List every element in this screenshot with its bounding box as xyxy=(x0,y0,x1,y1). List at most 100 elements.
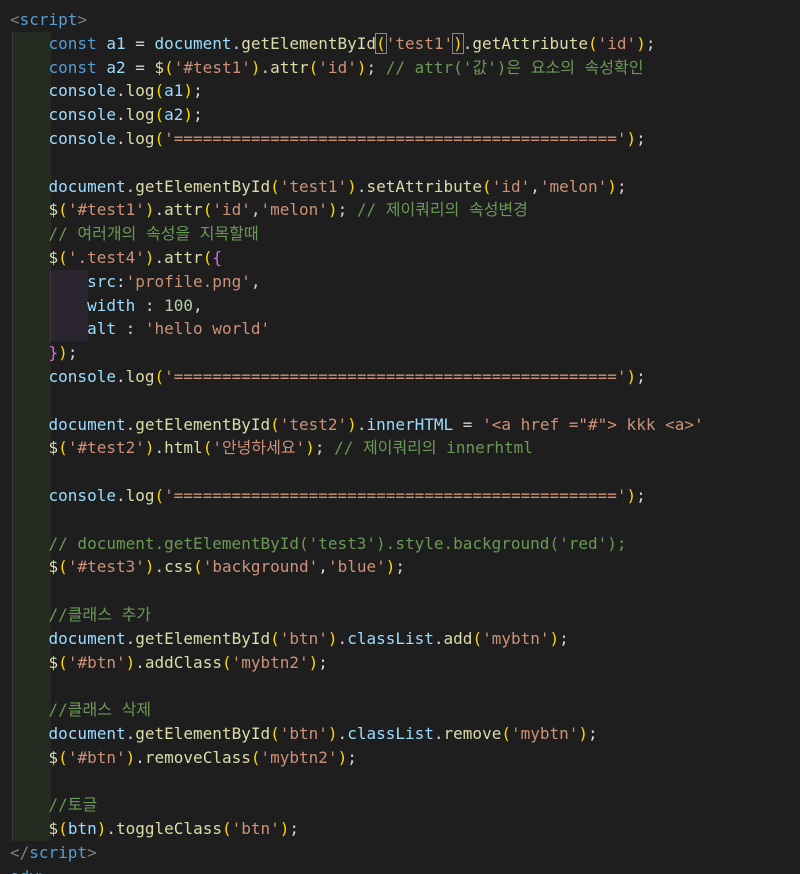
code-line[interactable]: // document.getElementById('test3').styl… xyxy=(0,531,800,556)
code-line[interactable]: $(btn).toggleClass('btn'); xyxy=(0,817,800,841)
code-token: ( xyxy=(58,747,68,767)
code-line[interactable]: <script> xyxy=(0,8,800,32)
code-token: . xyxy=(125,414,136,434)
code-line[interactable]: }); xyxy=(0,341,800,365)
code-token: add xyxy=(443,628,473,648)
code-token: ) xyxy=(549,628,560,648)
code-token: ) xyxy=(636,33,646,53)
code-token: btn xyxy=(67,819,97,839)
code-token: ( xyxy=(270,414,280,434)
code-token: ) xyxy=(327,628,338,648)
code-line[interactable]: console.log(a1); xyxy=(0,79,800,104)
code-token: ) xyxy=(626,367,637,386)
code-token: ( xyxy=(375,32,387,54)
code-token: ) xyxy=(347,414,357,434)
code-token: ( xyxy=(588,33,598,53)
code-token: ( xyxy=(308,57,319,77)
code-line[interactable]: //클래스 삭제 xyxy=(0,698,800,722)
code-token: 'hello world' xyxy=(144,319,271,339)
code-line[interactable]: $('#test2').html('안녕하세요'); // 제이쿼리의 inne… xyxy=(0,436,800,461)
code-line[interactable]: width : 100, xyxy=(0,293,800,318)
code-token: // attr('값')은 요소의 속성확인 xyxy=(385,57,644,77)
code-token: ) xyxy=(385,557,396,577)
code-token: </ xyxy=(10,843,30,862)
code-line[interactable] xyxy=(0,388,800,413)
code-token: removeClass xyxy=(144,747,251,767)
code-line[interactable]: alt : 'hello world' xyxy=(0,317,800,342)
code-token: 'mybtn2' xyxy=(231,652,309,672)
code-token: ( xyxy=(270,628,280,648)
code-token: 'melon' xyxy=(260,200,328,220)
code-token: ) xyxy=(125,747,136,767)
code-token: // document.getElementById('test3').styl… xyxy=(10,533,627,553)
code-line[interactable]: //토글 xyxy=(0,793,800,818)
code-line[interactable]: $('#btn').addClass('mybtn2'); xyxy=(0,650,800,675)
code-token: //클래스 삭제 xyxy=(10,700,152,720)
code-line[interactable]: document.getElementById('btn').classList… xyxy=(0,722,800,746)
code-token: ( xyxy=(202,248,213,267)
code-token: . xyxy=(337,724,348,743)
code-token: script xyxy=(19,10,78,29)
code-token: ) xyxy=(607,176,617,196)
code-token: getElementById xyxy=(241,33,377,53)
code-line[interactable] xyxy=(0,150,800,175)
code-token: ( xyxy=(58,652,68,672)
code-line[interactable]: document.getElementById('test1').setAttr… xyxy=(0,174,800,199)
code-token: '#test3' xyxy=(67,557,145,577)
indent-guide xyxy=(12,460,51,484)
code-token: . xyxy=(337,628,348,648)
code-line[interactable] xyxy=(0,460,800,484)
code-line[interactable] xyxy=(0,579,800,603)
code-token: '<a href ="#"> kkk <a>' xyxy=(482,414,704,434)
code-token: $ xyxy=(10,819,59,839)
code-token: 'mybtn' xyxy=(482,628,550,648)
code-token: console xyxy=(10,486,116,505)
code-line[interactable]: console.log(a2); xyxy=(0,103,800,127)
code-line[interactable] xyxy=(0,674,800,699)
code-token: console xyxy=(10,81,116,101)
code-token: src xyxy=(10,271,116,291)
code-token: addClass xyxy=(144,652,222,672)
code-line[interactable]: $('#test1').attr('id','melon'); // 제이쿼리의… xyxy=(0,198,800,223)
code-token: 'id' xyxy=(212,200,251,220)
code-line[interactable]: $('.test4').attr({ xyxy=(0,246,800,270)
code-line[interactable] xyxy=(0,507,800,532)
code-line[interactable]: const a1 = document.getElementById('test… xyxy=(0,31,800,56)
code-token: remove xyxy=(443,724,502,743)
code-token: ( xyxy=(164,57,174,77)
code-line[interactable]: $('#test3').css('background','blue'); xyxy=(0,555,800,580)
code-token: ( xyxy=(202,438,213,458)
code-token: . xyxy=(115,105,126,125)
code-token: ) xyxy=(144,200,155,220)
code-token: ( xyxy=(58,200,68,220)
code-line[interactable]: console.log('===========================… xyxy=(0,484,800,508)
code-token: ( xyxy=(154,81,165,101)
code-line[interactable]: document.getElementById('test2').innerHT… xyxy=(0,412,800,437)
code-line[interactable]: $('#btn').removeClass('mybtn2'); xyxy=(0,745,800,770)
code-line[interactable]: //클래스 추가 xyxy=(0,603,800,627)
code-token: $ xyxy=(10,652,59,672)
code-line[interactable]: document.getElementById('btn').classList… xyxy=(0,626,800,651)
code-line[interactable]: ody> xyxy=(0,865,800,874)
code-token: ) xyxy=(144,248,155,267)
code-line[interactable]: console.log('===========================… xyxy=(0,127,800,151)
code-line[interactable]: src:'profile.png', xyxy=(0,269,800,294)
code-token: . xyxy=(154,248,165,267)
code-editor[interactable]: <script> const a1 = document.getElementB… xyxy=(0,0,800,874)
code-token: ( xyxy=(501,724,511,743)
code-token: 'id' xyxy=(318,57,357,77)
code-line[interactable]: console.log('===========================… xyxy=(0,365,800,389)
code-line[interactable]: </script> xyxy=(0,841,800,865)
code-token: ( xyxy=(472,628,483,648)
code-token: ( xyxy=(193,557,203,577)
code-token: ) xyxy=(337,747,348,767)
code-token: ; xyxy=(193,81,203,101)
code-line[interactable]: const a2 = $('#test1').attr('id'); // at… xyxy=(0,55,800,80)
code-token: 'test1' xyxy=(279,176,348,196)
code-token: ) xyxy=(327,724,338,743)
code-token: . xyxy=(356,176,367,196)
code-line[interactable] xyxy=(0,769,800,794)
code-token: . xyxy=(106,819,116,839)
code-line[interactable]: // 여러개의 속성을 지목할때 xyxy=(0,222,800,246)
code-token: '=======================================… xyxy=(164,367,627,386)
